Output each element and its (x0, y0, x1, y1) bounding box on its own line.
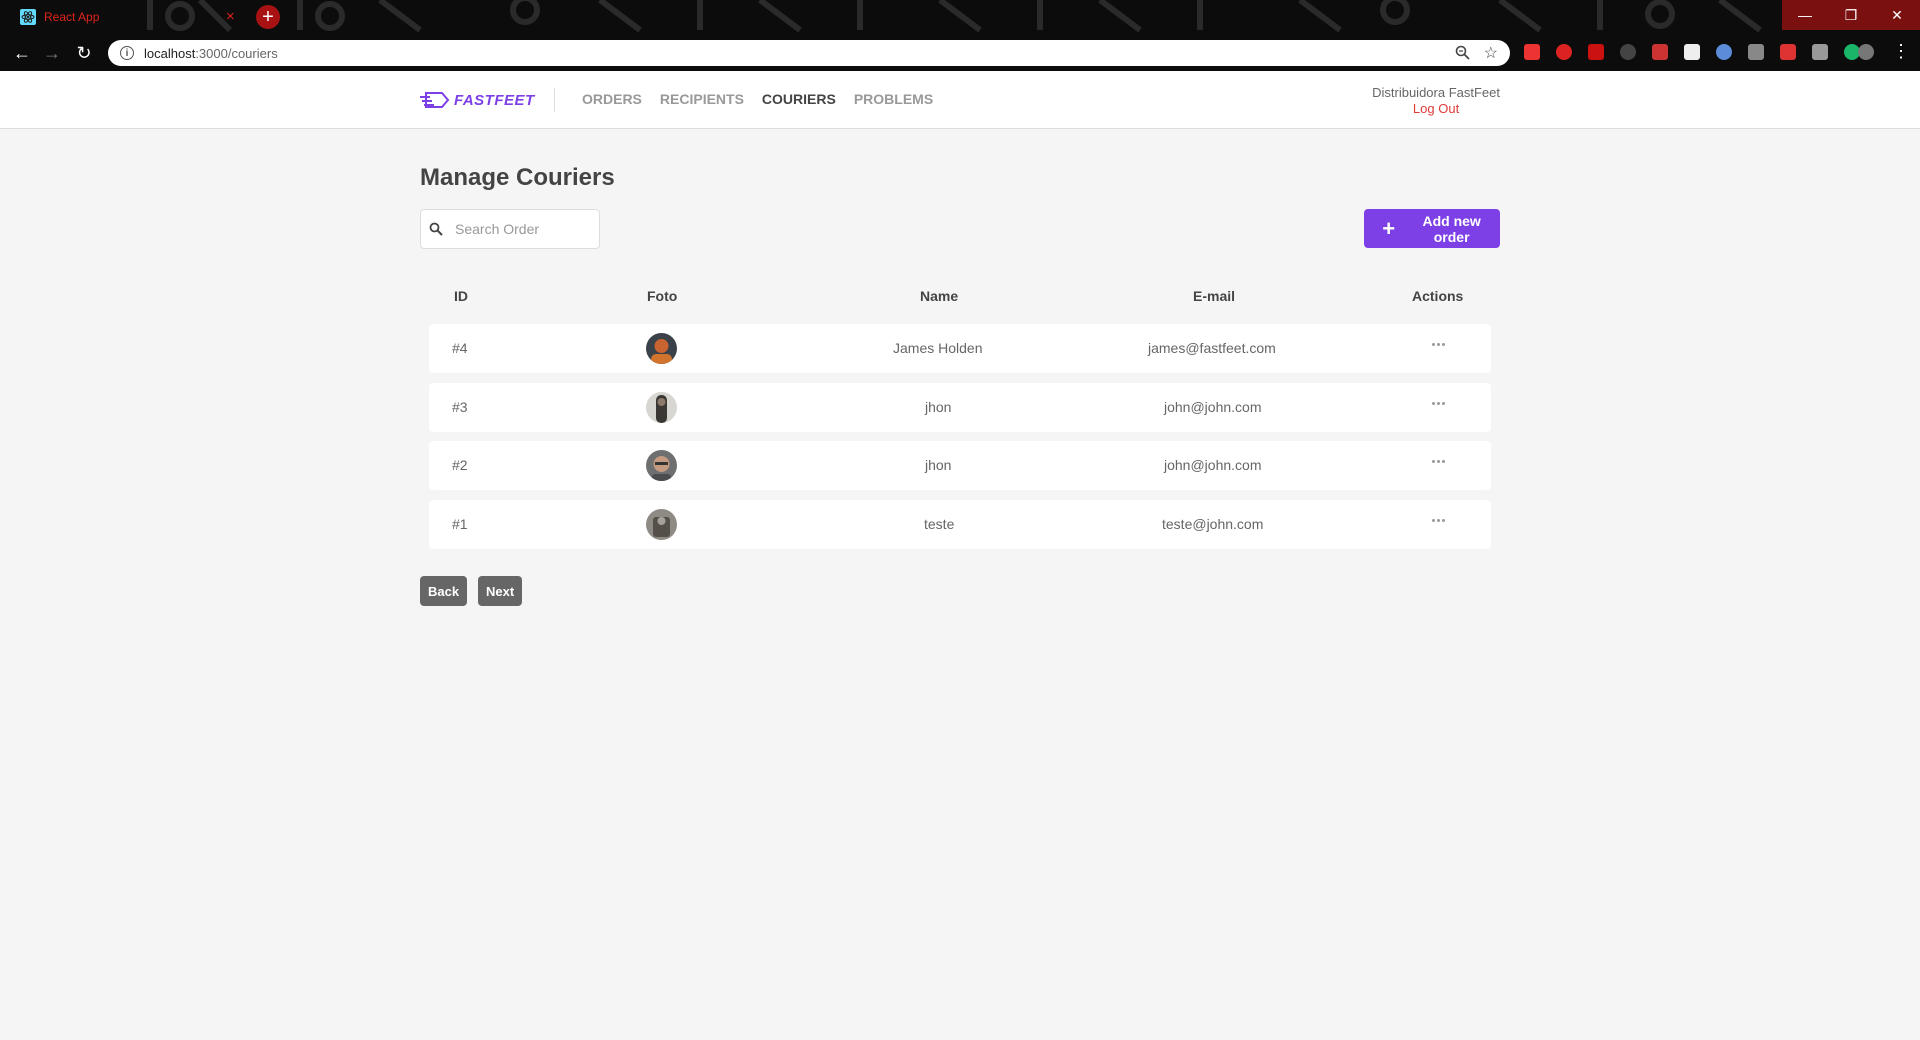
profile-avatar-icon[interactable] (1858, 44, 1874, 60)
browser-tab[interactable]: React App × (6, 2, 246, 32)
column-header-id: ID (454, 288, 468, 304)
nav-recipients[interactable]: RECIPIENTS (660, 91, 744, 107)
courier-name: jhon (925, 457, 952, 473)
url-host: localhost (144, 45, 196, 61)
row-actions-icon[interactable] (1432, 460, 1445, 463)
courier-id: #2 (452, 457, 468, 473)
search-icon (429, 222, 443, 236)
address-url: localhost:3000/couriers (144, 46, 278, 61)
url-path: :3000/couriers (195, 45, 278, 61)
courier-email: james@fastfeet.com (1148, 340, 1276, 356)
header-divider (554, 88, 555, 112)
extension-icon-10[interactable] (1812, 44, 1828, 60)
column-header-email: E-mail (1193, 288, 1236, 304)
search-box[interactable] (420, 209, 600, 249)
column-header-name: Name (920, 288, 959, 304)
nav-problems[interactable]: PROBLEMS (854, 91, 933, 107)
tab-title: React App (44, 10, 100, 24)
extension-icon-1[interactable] (1524, 44, 1540, 60)
courier-avatar (646, 509, 677, 540)
table-row: #2 jhon john@john.com (429, 441, 1491, 490)
bookmark-star-icon[interactable]: ☆ (1484, 43, 1498, 63)
forward-arrow-icon[interactable]: → (40, 41, 64, 65)
table-row: #1 teste teste@john.com (429, 500, 1491, 549)
column-header-photo: Foto (647, 288, 678, 304)
next-button[interactable]: Next (478, 576, 523, 606)
browser-menu-icon[interactable]: ⋮ (1892, 42, 1910, 60)
courier-id: #4 (452, 340, 468, 356)
courier-id: #3 (452, 399, 468, 415)
courier-avatar (646, 333, 677, 364)
table-row: #4 James Holden james@fastfeet.com (429, 324, 1491, 373)
courier-avatar (646, 450, 677, 481)
extension-icon-4[interactable] (1620, 44, 1636, 60)
extension-icon-2[interactable] (1556, 44, 1572, 60)
brand-name: FASTFEET (454, 91, 535, 109)
column-header-actions: Actions (1412, 288, 1464, 304)
extension-icon-5[interactable] (1652, 44, 1668, 60)
search-input[interactable] (453, 220, 597, 238)
courier-name: teste (924, 516, 955, 532)
courier-name: James Holden (893, 340, 983, 356)
courier-name: jhon (925, 399, 952, 415)
extension-icon-8[interactable] (1748, 44, 1764, 60)
extension-icon-6[interactable] (1684, 44, 1700, 60)
browser-chrome: React App × + — ❐ ✕ ← → ↻ i localhost:30… (0, 0, 1920, 71)
window-close-icon[interactable]: ✕ (1874, 0, 1920, 30)
new-tab-button[interactable]: + (256, 5, 280, 29)
back-arrow-icon[interactable]: ← (10, 41, 34, 65)
row-actions-icon[interactable] (1432, 402, 1445, 405)
nav-couriers[interactable]: COURIERS (762, 91, 836, 107)
add-new-order-button[interactable]: + Add new order (1364, 209, 1500, 248)
main-nav: ORDERS RECIPIENTS COURIERS PROBLEMS (582, 91, 933, 107)
address-bar[interactable]: i localhost:3000/couriers ☆ (108, 40, 1510, 66)
courier-avatar (646, 392, 677, 423)
courier-email: teste@john.com (1162, 516, 1264, 532)
logo-truck-icon (420, 92, 450, 108)
app-header: FASTFEET ORDERS RECIPIENTS COURIERS PROB… (0, 71, 1920, 129)
row-actions-icon[interactable] (1432, 343, 1445, 346)
tab-close-icon[interactable]: × (226, 9, 235, 24)
courier-email: john@john.com (1164, 399, 1262, 415)
site-info-icon[interactable]: i (120, 46, 134, 60)
courier-id: #1 (452, 516, 468, 532)
zoom-icon[interactable] (1455, 45, 1470, 65)
extension-icon-3[interactable] (1588, 44, 1604, 60)
extension-icon-9[interactable] (1780, 44, 1796, 60)
logout-link[interactable]: Log Out (1372, 101, 1500, 116)
window-minimize-icon[interactable]: — (1782, 0, 1828, 30)
window-restore-icon[interactable]: ❐ (1828, 0, 1874, 30)
fastfeet-logo[interactable]: FASTFEET (420, 89, 535, 111)
react-icon (20, 9, 36, 25)
extension-icon-7[interactable] (1716, 44, 1732, 60)
user-name: Distribuidora FastFeet (1372, 85, 1500, 100)
row-actions-icon[interactable] (1432, 519, 1445, 522)
plus-icon: + (1382, 215, 1396, 241)
user-profile: Distribuidora FastFeet Log Out (1372, 85, 1500, 116)
nav-orders[interactable]: ORDERS (582, 91, 642, 107)
courier-email: john@john.com (1164, 457, 1262, 473)
reload-icon[interactable]: ↻ (72, 41, 96, 65)
back-button[interactable]: Back (420, 576, 468, 606)
table-row: #3 jhon john@john.com (429, 383, 1491, 432)
page-title: Manage Couriers (420, 164, 615, 191)
add-button-label: Add new order (1422, 212, 1481, 245)
table-header: ID Foto Name E-mail Actions (429, 288, 1491, 304)
